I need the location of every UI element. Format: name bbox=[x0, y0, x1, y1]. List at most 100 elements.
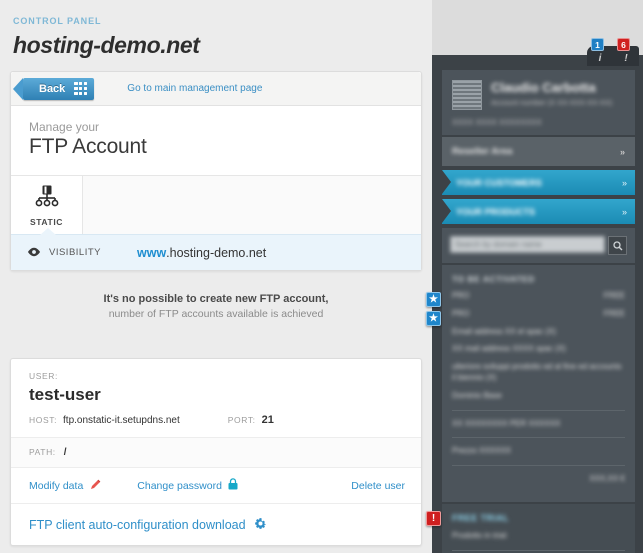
autoconfig-download-link[interactable]: FTP client auto-configuration download bbox=[29, 517, 267, 533]
visibility-value-suffix: .hosting-demo.net bbox=[166, 245, 267, 260]
alerts-tab[interactable]: 6 ! bbox=[613, 38, 639, 66]
manage-title: FTP Account bbox=[29, 135, 147, 158]
list-item-value: FREE bbox=[603, 291, 625, 300]
breadcrumb-kicker: CONTROL PANEL bbox=[13, 16, 102, 26]
change-password-label: Change password bbox=[137, 479, 222, 492]
port-value: 21 bbox=[261, 414, 274, 426]
alert-glyph: ! bbox=[431, 513, 436, 524]
control-panel-page: CONTROL PANEL hosting-demo.net Back Go t… bbox=[0, 0, 643, 553]
sidebar-item-your-customers[interactable]: YOUR CUSTOMERS » bbox=[442, 170, 635, 195]
sidebar-free-trial: FREE TRIAL Prodotto in trial: Scade il b… bbox=[442, 503, 635, 553]
quota-notice-line1: It's no possible to create new FTP accou… bbox=[103, 293, 329, 305]
star-glyph: ★ bbox=[429, 313, 438, 324]
sidebar-profile: Claudio Carbotta Account number (X XX-XX… bbox=[442, 70, 635, 118]
host-label: HOST: bbox=[29, 415, 58, 425]
autoconfig-row: FTP client auto-configuration download bbox=[11, 503, 421, 545]
change-password-button[interactable]: Change password bbox=[137, 478, 238, 493]
list-item-label: Email address XX el spac (X) bbox=[452, 326, 557, 336]
list-item-label: PRO bbox=[452, 291, 470, 300]
list-item[interactable]: XX XXXXXXXX PER XXXXXX bbox=[452, 419, 625, 430]
list-item[interactable]: Email address XX el spac (X) bbox=[452, 327, 625, 338]
chevron-right-icon: » bbox=[621, 206, 627, 217]
list-item-label: XX mail address XXXX spac (X) bbox=[452, 344, 566, 354]
list-item[interactable]: Prezzo XXXXXX bbox=[452, 446, 625, 457]
tab-static-label: STATIC bbox=[29, 217, 64, 227]
list-item-label: PRO bbox=[452, 308, 470, 318]
visibility-value-prefix: www bbox=[137, 245, 167, 260]
user-value: test-user bbox=[29, 385, 101, 404]
list-item[interactable]: Dominio Base bbox=[452, 391, 625, 402]
gear-icon bbox=[254, 517, 267, 533]
host-port-line: HOST: ftp.onstatic-it.setupdns.net PORT:… bbox=[29, 414, 421, 426]
list-item[interactable]: ulteriore sviluppi prodotto ed al fine e… bbox=[452, 362, 625, 384]
delete-user-label: Delete user bbox=[351, 479, 405, 492]
tab-strip: STATIC bbox=[11, 175, 421, 234]
sidebar-activation-list: TO BE ACTIVATED PRO FREE PRO FREE Email … bbox=[442, 265, 635, 502]
main-management-link[interactable]: Go to main management page bbox=[127, 83, 262, 94]
back-button-label: Back bbox=[39, 82, 66, 95]
list-item[interactable]: PRO FREE bbox=[452, 291, 625, 302]
main-column: CONTROL PANEL hosting-demo.net Back Go t… bbox=[0, 0, 432, 553]
right-sidebar: 1 i 6 ! Claudio Carbotta Account number … bbox=[426, 0, 643, 553]
modify-data-label: Modify data bbox=[29, 479, 84, 492]
your-customers-label: YOUR CUSTOMERS bbox=[456, 177, 542, 188]
path-label: PATH: bbox=[29, 447, 56, 457]
account-actions: Modify data Change password Delete user bbox=[11, 467, 421, 503]
sidebar-item-your-products[interactable]: YOUR PRODUCTS » bbox=[442, 199, 635, 224]
chevron-right-icon: » bbox=[619, 146, 625, 157]
list-item[interactable]: XX mail address XXXX spac (X) bbox=[452, 344, 625, 355]
chevron-right-icon: » bbox=[621, 177, 627, 188]
sidebar-card: Claudio Carbotta Account number (X XX-XX… bbox=[442, 70, 635, 553]
sidebar-item-reseller-area[interactable]: Reseller Area » bbox=[442, 137, 635, 166]
lock-icon bbox=[228, 478, 238, 493]
ftp-account-card: USER: test-user HOST: ftp.onstatic-it.se… bbox=[10, 358, 422, 546]
sidebar-profile-block: Claudio Carbotta Account number (X XX-XX… bbox=[442, 70, 635, 135]
quota-notice: It's no possible to create new FTP accou… bbox=[0, 271, 432, 346]
free-trial-heading: FREE TRIAL bbox=[452, 512, 509, 523]
divider bbox=[452, 465, 625, 467]
divider bbox=[452, 409, 625, 411]
port-label: PORT: bbox=[227, 415, 256, 425]
account-summary: USER: test-user HOST: ftp.onstatic-it.se… bbox=[11, 359, 421, 437]
back-button[interactable]: Back bbox=[12, 77, 95, 100]
list-item-label: Prezzo XXXXXX bbox=[452, 446, 512, 456]
activation-list-heading: TO BE ACTIVATED bbox=[452, 274, 535, 284]
list-item-label: ulteriore sviluppi prodotto ed al fine e… bbox=[452, 362, 622, 382]
search-input[interactable]: Search by domain name bbox=[450, 236, 605, 253]
info-tab[interactable]: 1 i bbox=[587, 38, 613, 66]
alert-marker-icon[interactable]: ! bbox=[426, 511, 441, 526]
star-glyph: ★ bbox=[429, 294, 438, 305]
list-item[interactable]: Prodotto in trial: bbox=[452, 531, 625, 542]
network-hub-icon bbox=[35, 185, 59, 212]
star-marker-icon[interactable]: ★ bbox=[426, 311, 441, 326]
tab-static[interactable]: STATIC bbox=[11, 176, 83, 234]
visibility-value: www.hosting-demo.net bbox=[137, 246, 266, 260]
list-total: XXX,XX € bbox=[452, 474, 625, 485]
reseller-area-label: Reseller Area bbox=[452, 146, 513, 157]
list-total-value: XXX,XX € bbox=[589, 474, 625, 484]
search-icon[interactable] bbox=[608, 236, 627, 255]
page-header: CONTROL PANEL hosting-demo.net bbox=[0, 0, 432, 59]
list-item[interactable]: PRO FREE bbox=[452, 309, 625, 320]
divider bbox=[452, 549, 625, 551]
delete-user-button[interactable]: Delete user bbox=[351, 480, 405, 492]
sidebar-search: Search by domain name bbox=[442, 228, 635, 263]
info-tab-badge: 1 bbox=[591, 38, 604, 51]
alerts-tab-glyph: ! bbox=[624, 53, 628, 64]
profile-name: Claudio Carbotta bbox=[491, 80, 596, 95]
list-item-label: Prodotto in trial: bbox=[452, 530, 509, 540]
host-value: ftp.onstatic-it.setupdns.net bbox=[63, 415, 180, 426]
manage-header: Manage your FTP Account bbox=[11, 106, 421, 175]
info-tab-glyph: i bbox=[598, 53, 602, 64]
manage-subtitle: Manage your bbox=[29, 120, 100, 134]
path-row: PATH: / bbox=[11, 437, 421, 467]
user-label: USER: bbox=[29, 371, 58, 381]
divider bbox=[452, 437, 625, 439]
autoconfig-download-label: FTP client auto-configuration download bbox=[29, 517, 246, 532]
pencil-icon bbox=[90, 479, 101, 493]
modify-data-button[interactable]: Modify data bbox=[29, 479, 101, 493]
star-marker-icon[interactable]: ★ bbox=[426, 292, 441, 307]
tab-strip-filler bbox=[83, 176, 421, 234]
profile-subtitle: Account number (X XX-XXX-XX-XX) bbox=[491, 98, 613, 107]
list-item-value: FREE bbox=[603, 308, 625, 318]
